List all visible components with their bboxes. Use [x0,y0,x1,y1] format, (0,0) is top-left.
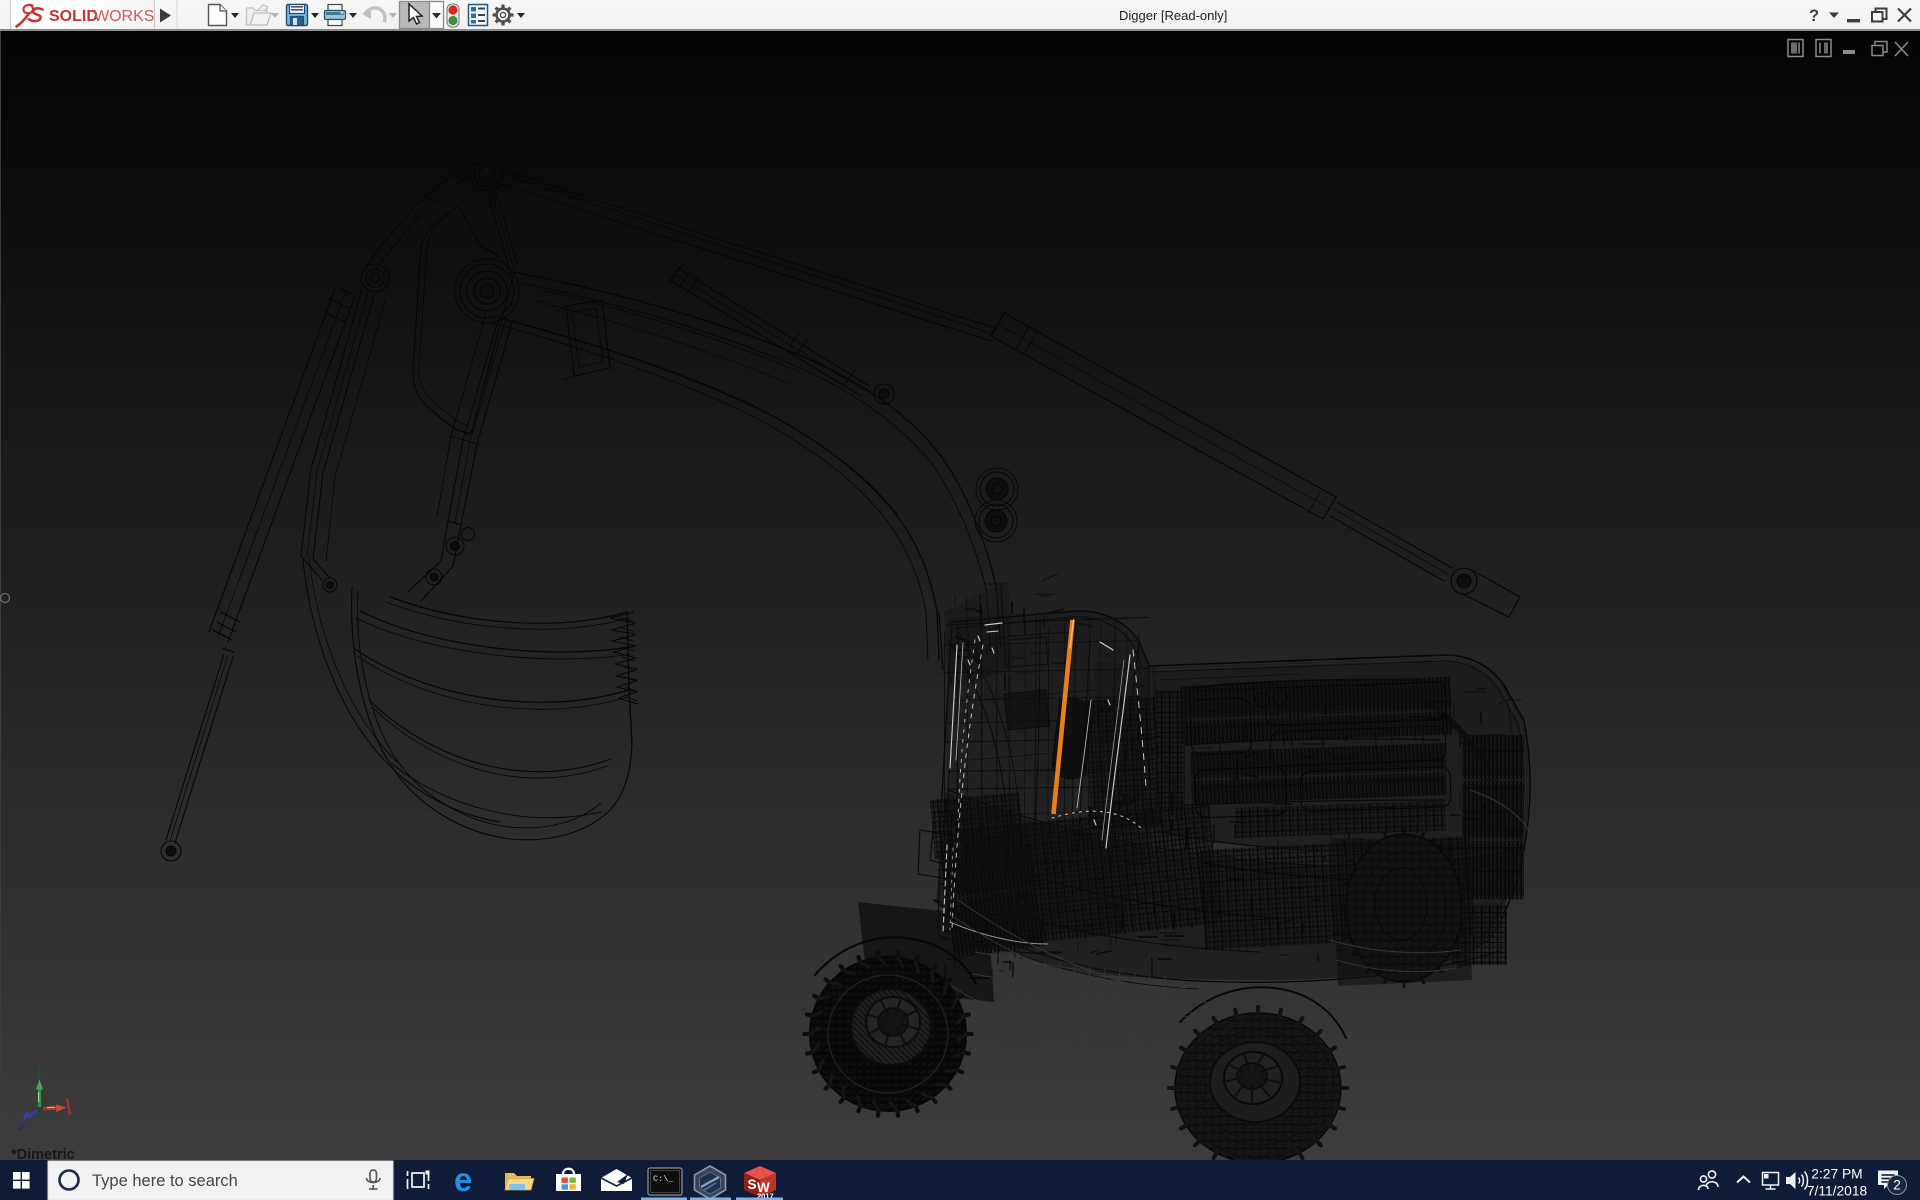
svg-text:Digger [Read-only]: Digger [Read-only] [1119,8,1227,23]
svg-text:S: S [748,1177,757,1192]
svg-text:C:\_: C:\_ [653,1174,674,1184]
svg-text:2: 2 [1893,1178,1901,1193]
svg-text:WORKS: WORKS [94,8,154,25]
svg-text:?: ? [1809,7,1819,25]
svg-text:Type here to search: Type here to search [92,1172,238,1190]
svg-text:SOLID: SOLID [49,8,98,25]
svg-text:e: e [454,1161,472,1198]
svg-text:7/11/2018: 7/11/2018 [1807,1184,1868,1199]
svg-text:2:27 PM: 2:27 PM [1811,1167,1862,1182]
